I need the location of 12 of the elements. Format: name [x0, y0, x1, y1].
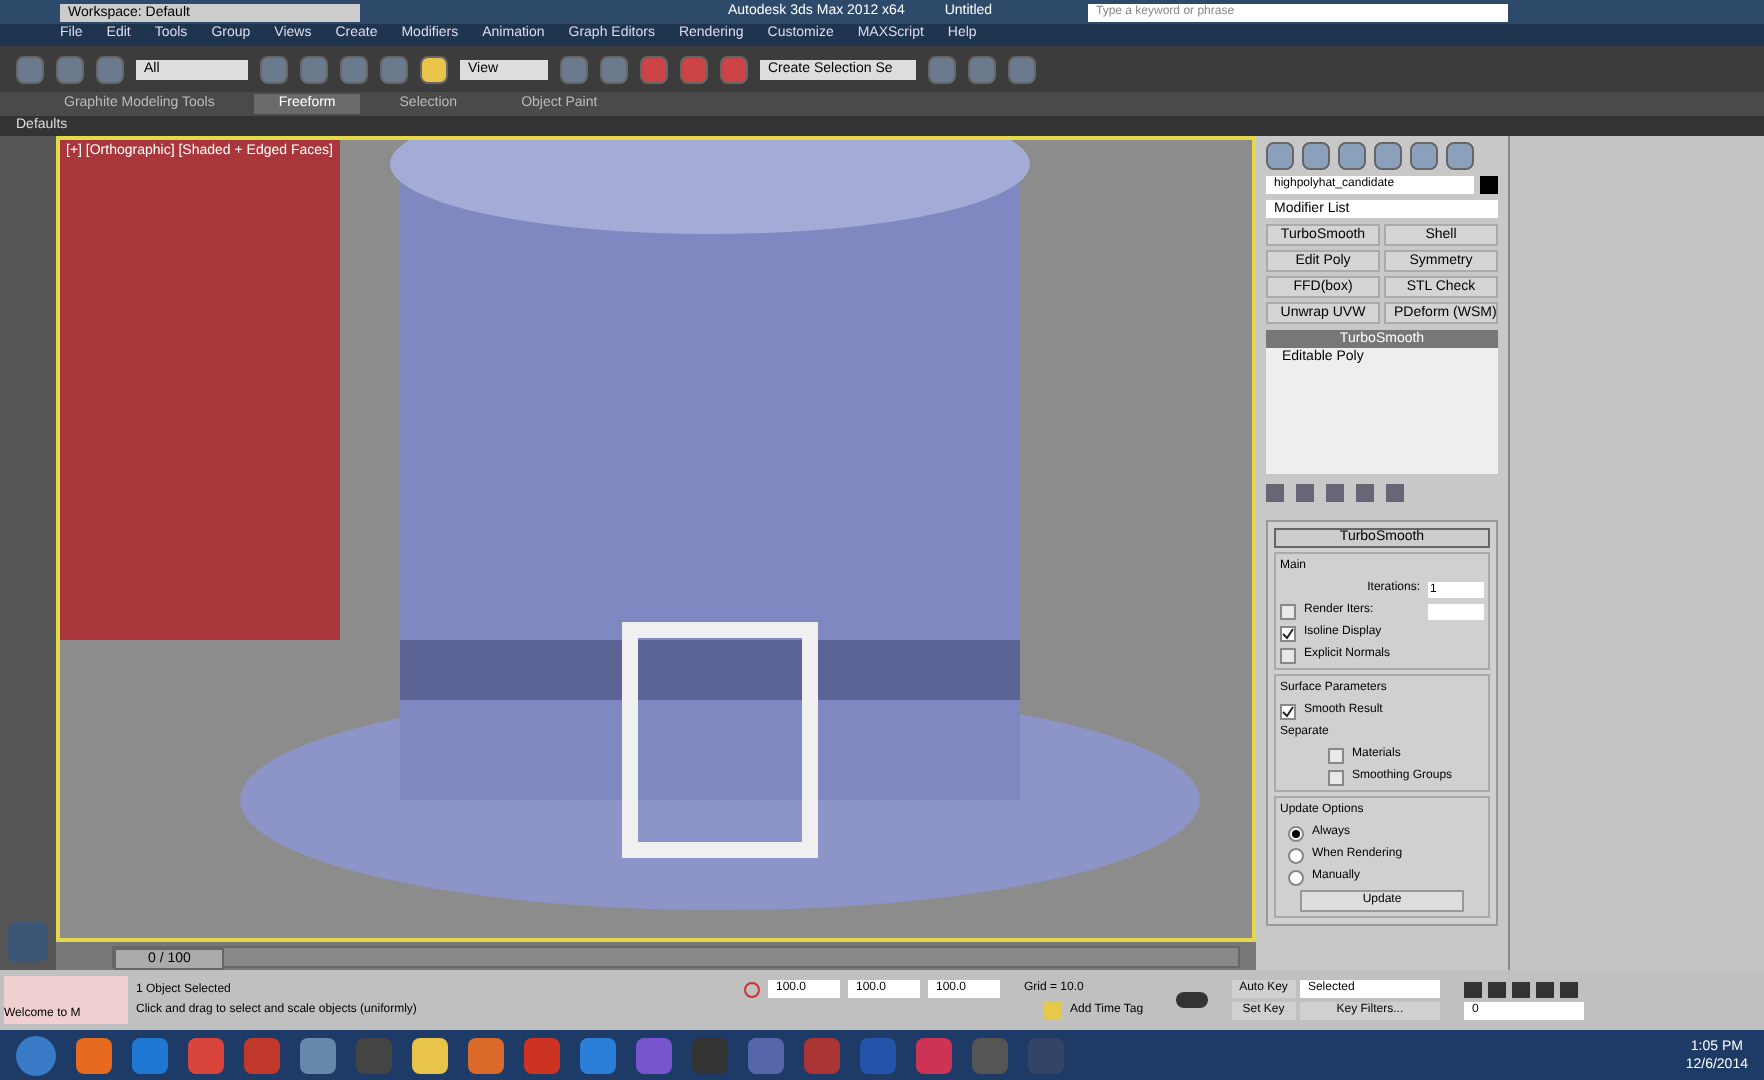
object-color-swatch[interactable] — [1480, 176, 1498, 194]
radio-button[interactable] — [1288, 825, 1304, 841]
radio-button[interactable] — [1288, 869, 1304, 885]
checkbox[interactable] — [1280, 703, 1296, 719]
checkbox[interactable] — [1280, 603, 1296, 619]
checkbox[interactable] — [1280, 647, 1296, 663]
checkbox[interactable] — [1280, 625, 1296, 641]
start-button[interactable] — [16, 1035, 56, 1075]
checkbox[interactable] — [1328, 747, 1344, 763]
checkbox[interactable] — [1328, 769, 1344, 785]
radio-button[interactable] — [1288, 847, 1304, 863]
render-iters-field[interactable] — [1428, 603, 1484, 619]
